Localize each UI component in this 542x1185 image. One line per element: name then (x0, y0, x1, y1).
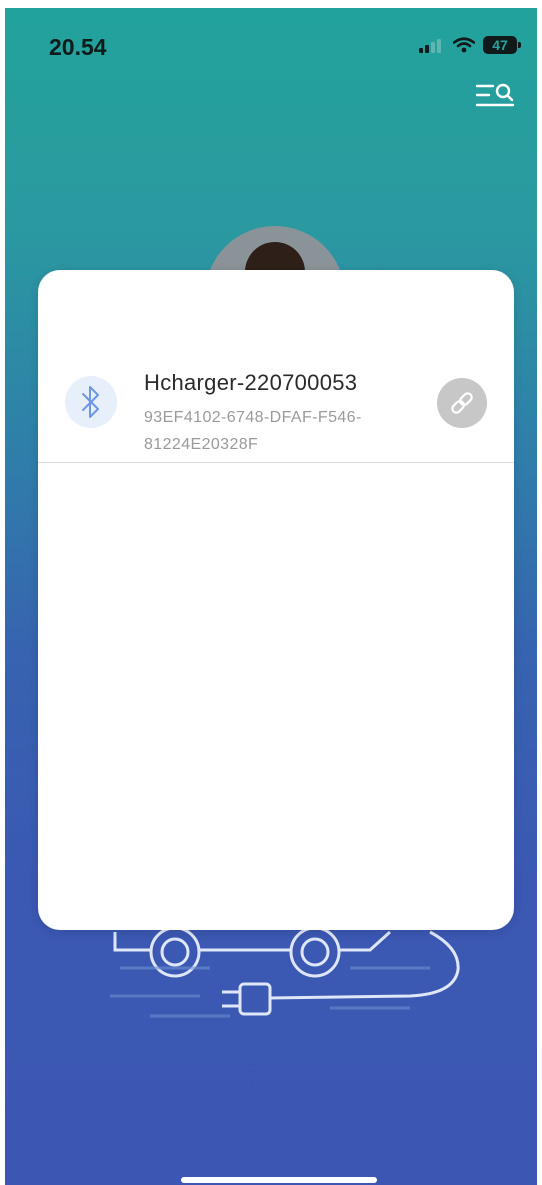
device-list-modal: Hcharger-220700053 93EF4102-6748-DFAF-F5… (38, 270, 514, 930)
home-indicator[interactable] (181, 1177, 377, 1183)
signal-icon (419, 39, 441, 53)
link-icon (451, 392, 473, 414)
wifi-icon (453, 37, 475, 53)
status-bar: 20.54 47 (5, 8, 537, 78)
menu-search-icon[interactable] (475, 80, 515, 112)
app-screen: 20.54 47 Hcharger-220700053 93EF4102-674… (5, 8, 537, 1185)
connect-button[interactable] (437, 378, 487, 428)
status-icons: 47 (419, 36, 521, 54)
device-list-item[interactable]: Hcharger-220700053 93EF4102-6748-DFAF-F5… (38, 350, 514, 462)
bluetooth-icon (82, 386, 99, 418)
status-time: 20.54 (49, 34, 107, 60)
battery-level: 47 (492, 37, 508, 53)
device-name: Hcharger-220700053 (144, 370, 358, 395)
divider (38, 462, 514, 463)
battery-icon: 47 (483, 36, 521, 54)
bluetooth-badge (65, 376, 117, 428)
device-id: 93EF4102-6748-DFAF-F546-81224E20328F (144, 409, 362, 453)
